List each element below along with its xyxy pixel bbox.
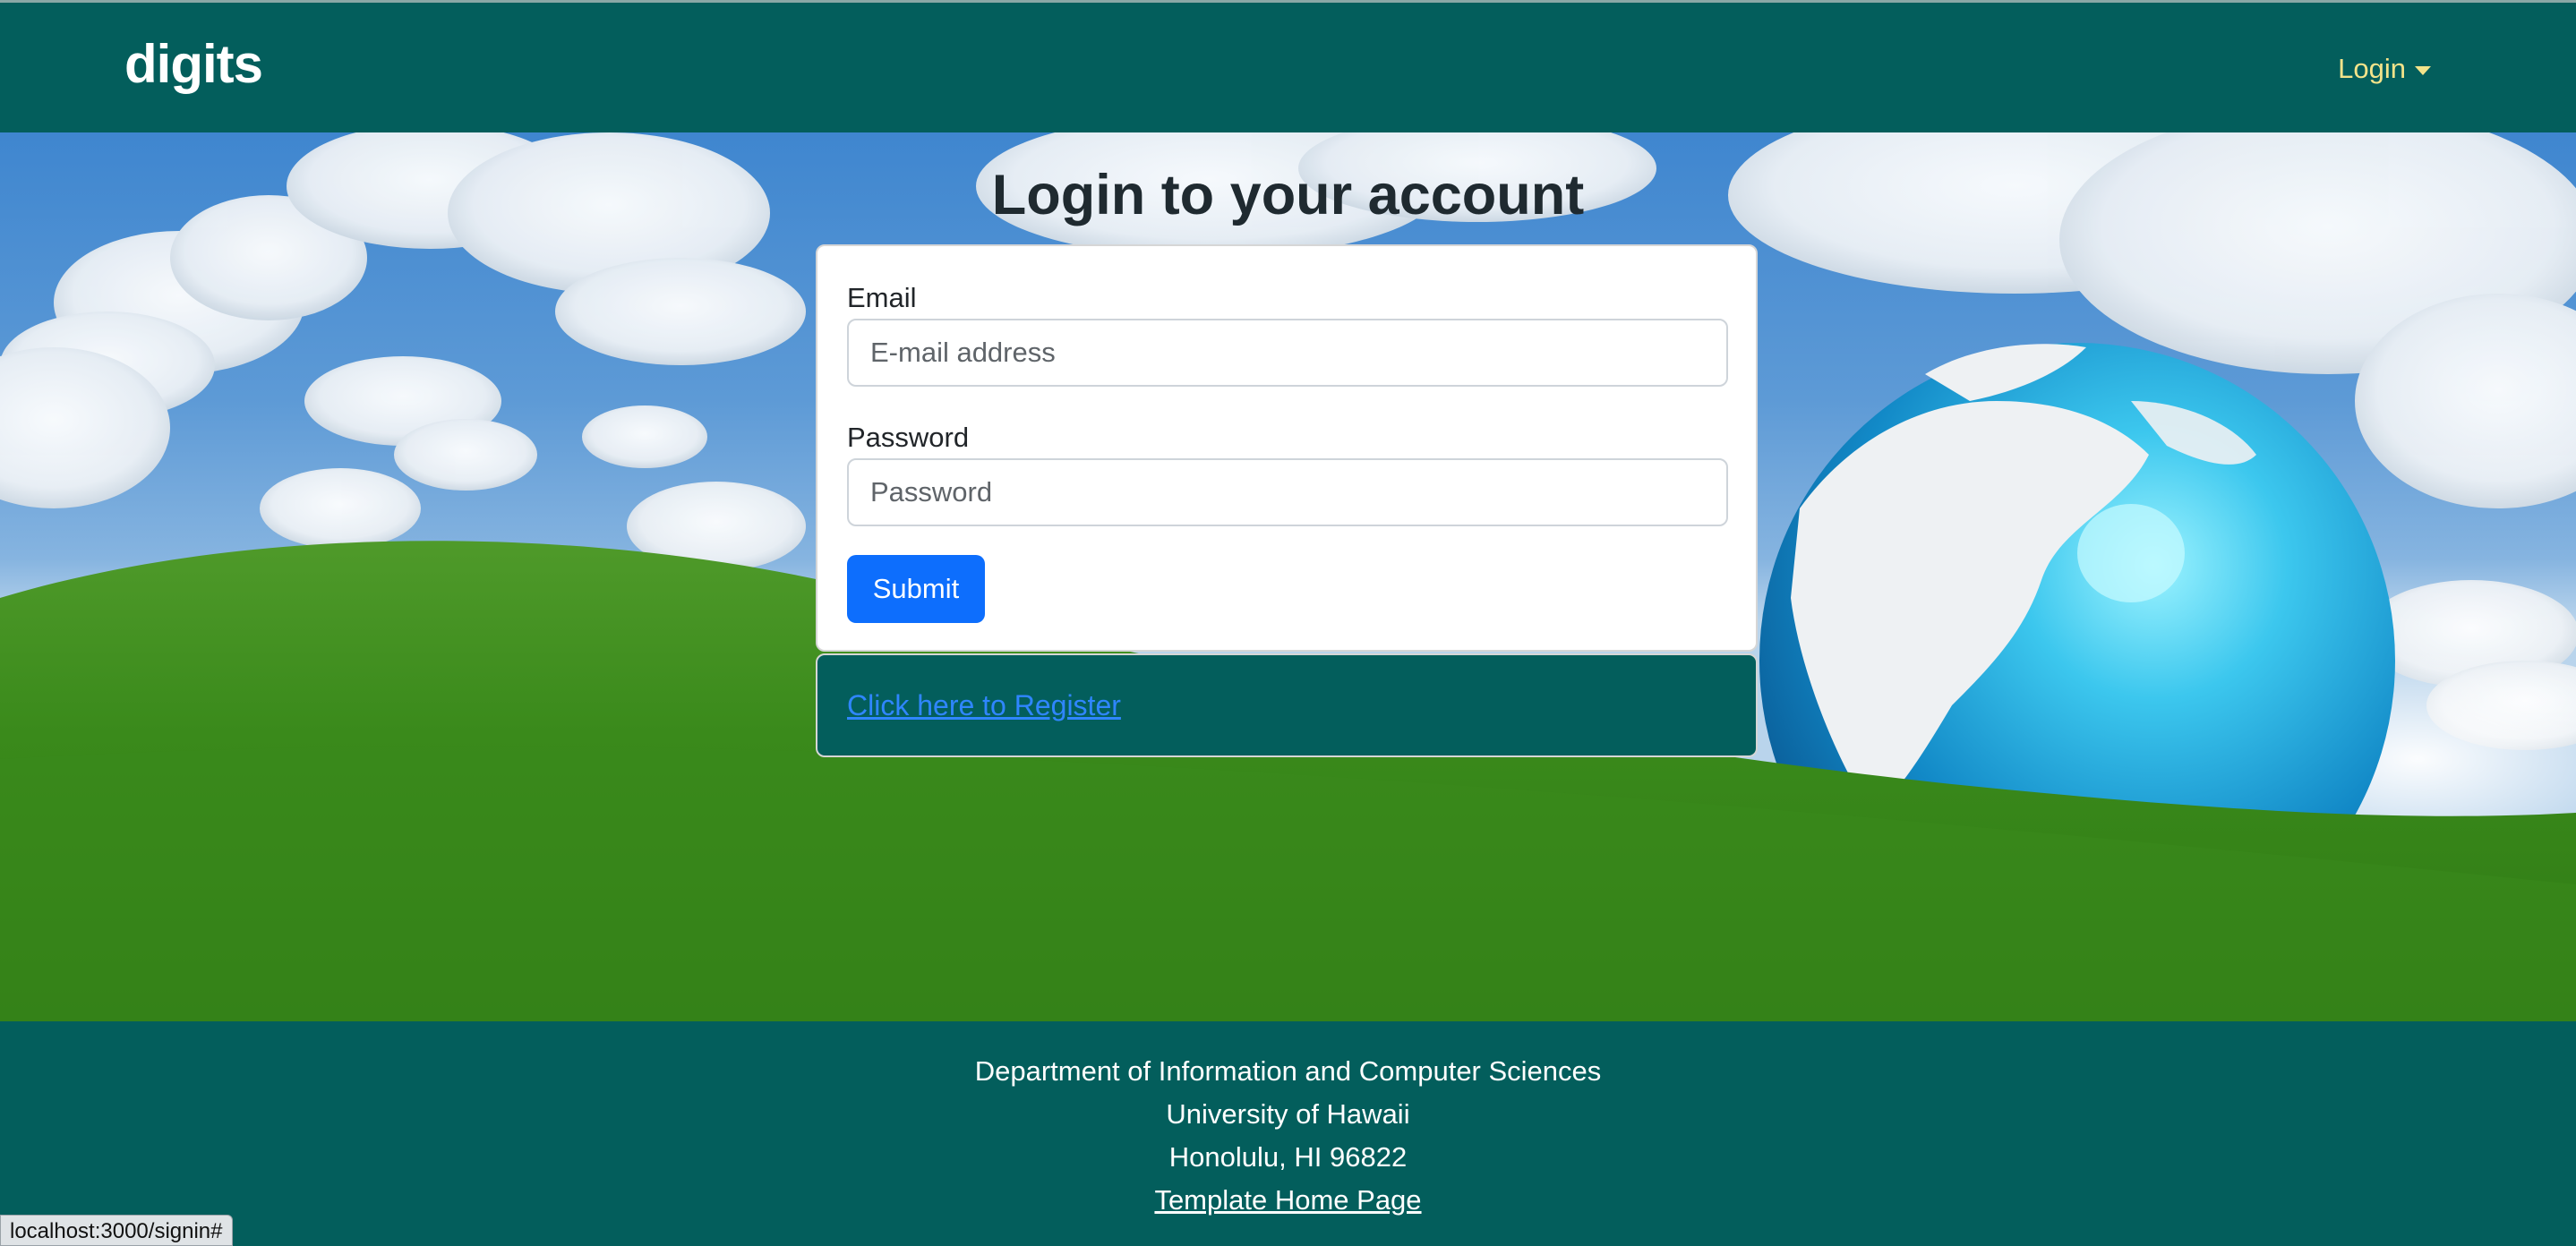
footer-university: University of Hawaii <box>1166 1098 1410 1130</box>
footer-department: Department of Information and Computer S… <box>974 1055 1602 1087</box>
email-field[interactable] <box>847 319 1728 387</box>
email-label: Email <box>847 282 917 313</box>
footer: Department of Information and Computer S… <box>0 1021 2576 1246</box>
register-panel: Click here to Register <box>816 653 1758 757</box>
brand-logo[interactable]: digits <box>124 33 263 95</box>
login-card: Email Password Submit <box>816 244 1758 652</box>
chevron-down-icon <box>2415 66 2431 75</box>
top-navbar: digits Login <box>0 0 2576 132</box>
register-link[interactable]: Click here to Register <box>847 689 1121 722</box>
footer-address: Honolulu, HI 96822 <box>1168 1141 1408 1173</box>
submit-button[interactable]: Submit <box>847 555 985 623</box>
login-dropdown[interactable]: Login <box>2338 53 2431 85</box>
status-bar-url: localhost:3000/signin# <box>0 1215 233 1246</box>
page-title: Login to your account <box>991 164 1585 226</box>
login-dropdown-label: Login <box>2338 53 2406 84</box>
password-label: Password <box>847 422 970 453</box>
password-field[interactable] <box>847 458 1728 526</box>
template-home-link[interactable]: Template Home Page <box>1154 1184 1421 1216</box>
